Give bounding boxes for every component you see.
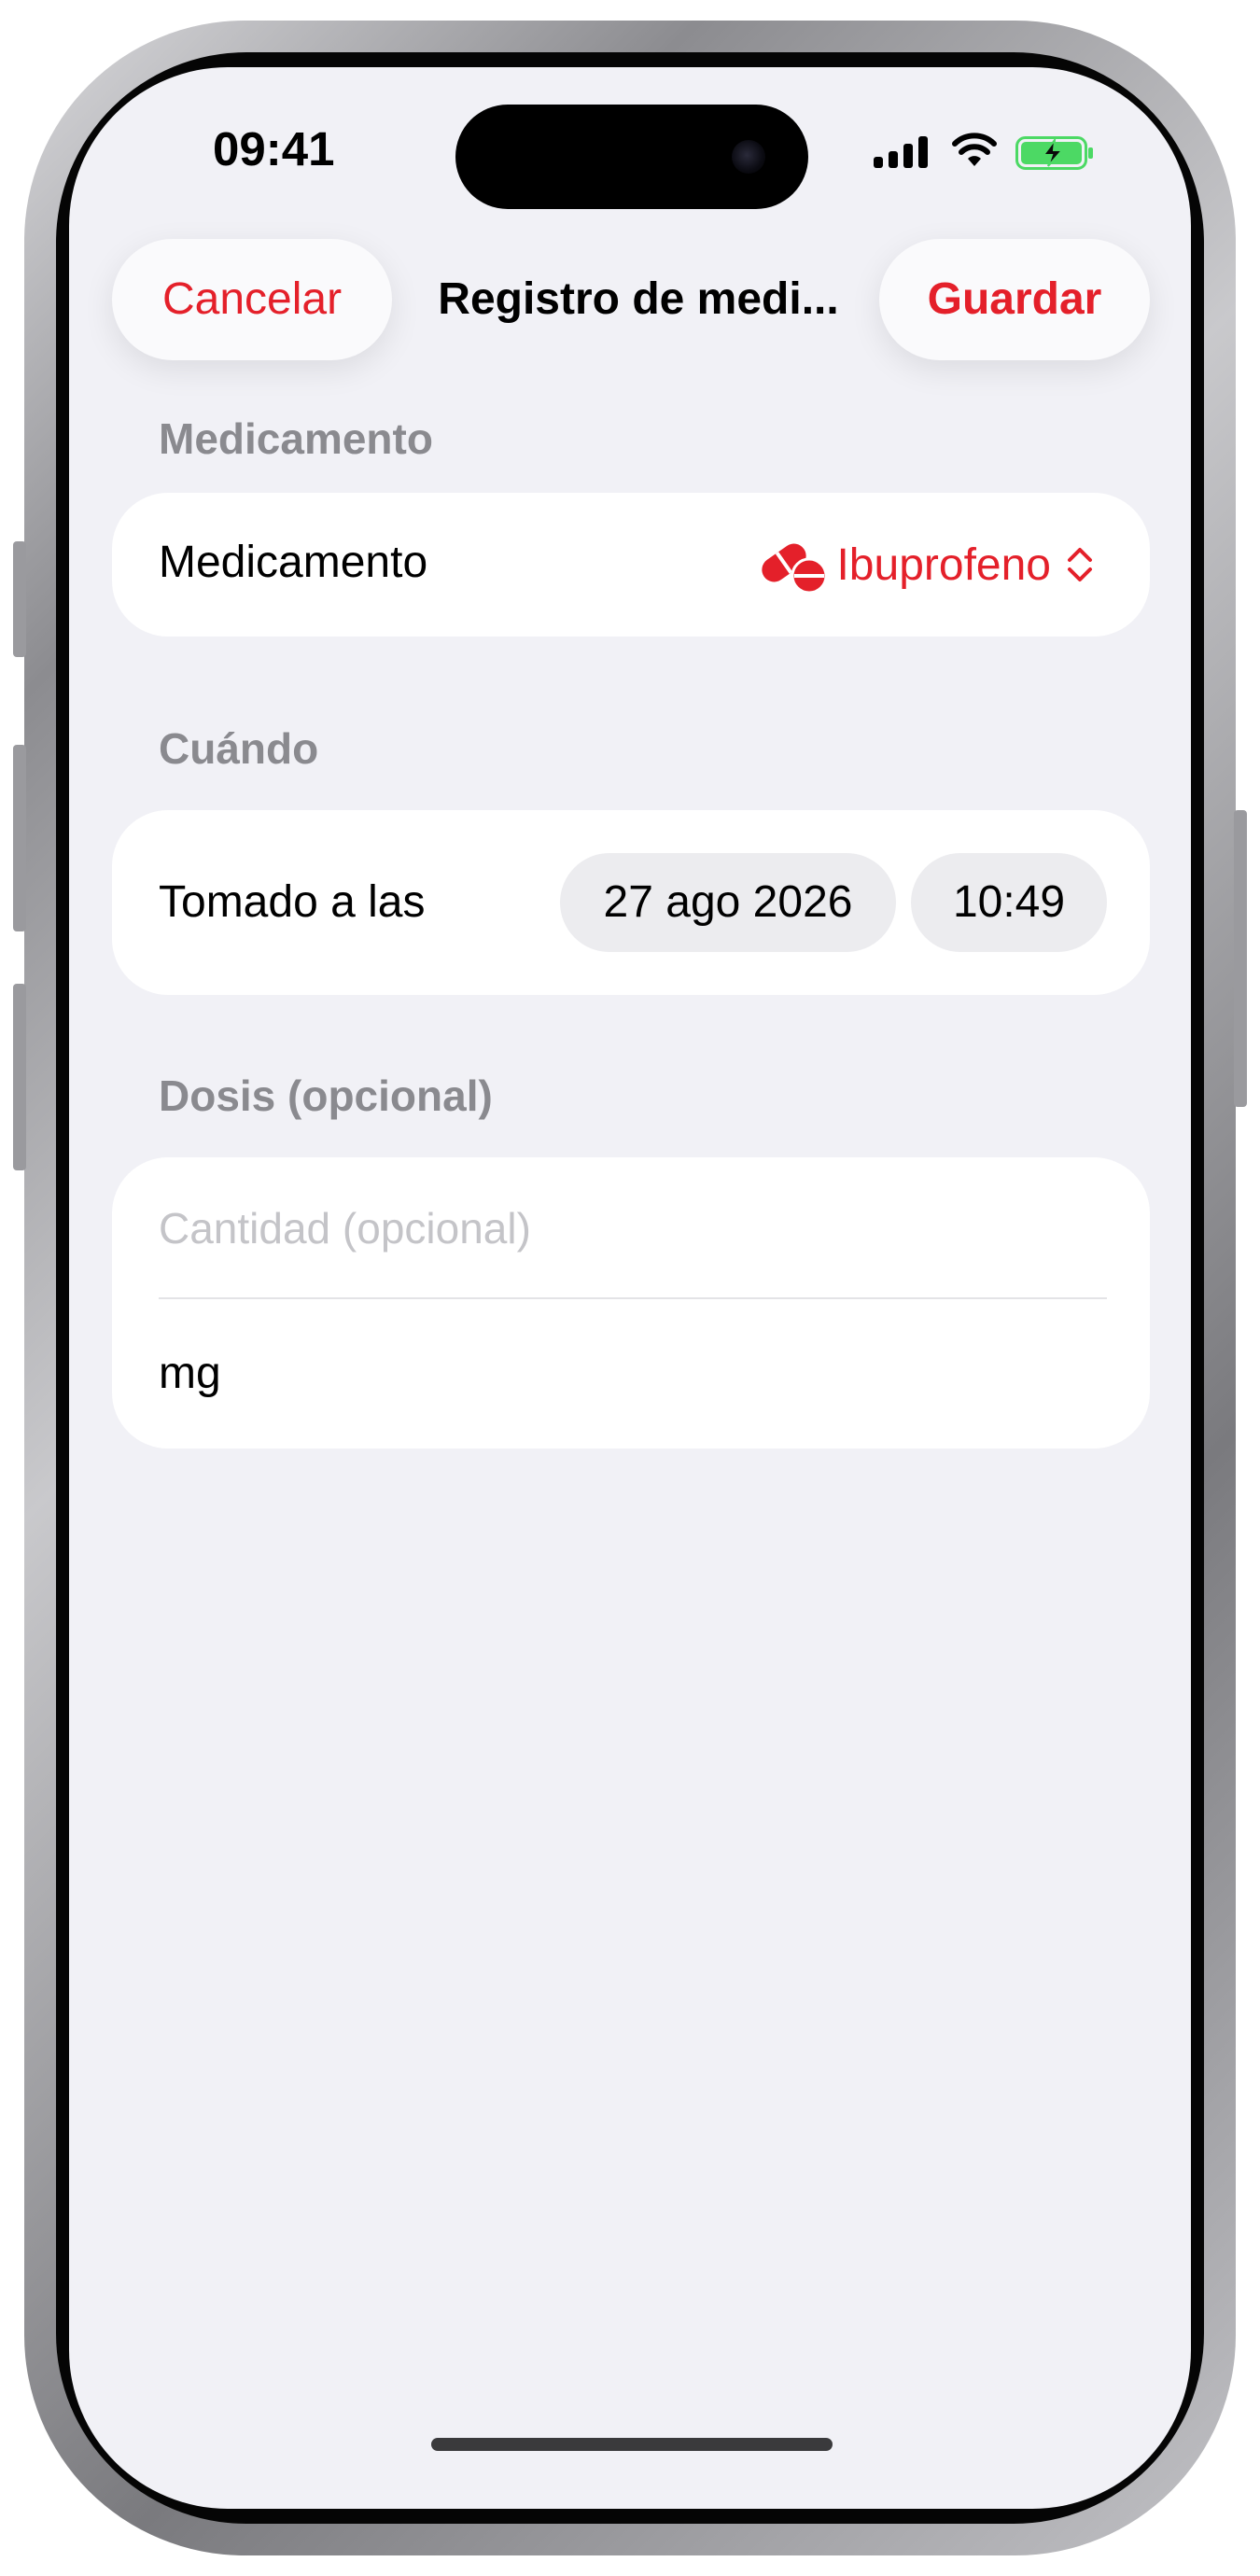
pills-icon bbox=[762, 543, 828, 595]
wifi-icon bbox=[952, 133, 997, 166]
battery-charging-icon bbox=[1015, 136, 1093, 170]
medication-value: Ibuprofeno bbox=[836, 539, 1051, 590]
time-picker[interactable]: 10:49 bbox=[911, 853, 1107, 952]
when-card: Tomado a las 27 ago 2026 10:49 bbox=[112, 810, 1150, 995]
screen: 09:41 Cancelar Registro de medi... Guard… bbox=[69, 67, 1191, 2509]
action-button bbox=[13, 541, 26, 657]
status-time: 09:41 bbox=[213, 122, 335, 175]
chevron-up-down-icon bbox=[1068, 548, 1092, 581]
section-header-medication: Medicamento bbox=[159, 414, 433, 463]
amount-input[interactable] bbox=[159, 1191, 1092, 1266]
save-button[interactable]: Guardar bbox=[879, 239, 1150, 360]
cancel-button[interactable]: Cancelar bbox=[112, 239, 392, 360]
medication-row-label: Medicamento bbox=[159, 538, 428, 587]
medication-card: Medicamento Ibuprofeno bbox=[112, 493, 1150, 637]
volume-down-button bbox=[13, 984, 26, 1170]
cellular-signal-icon bbox=[874, 136, 930, 168]
page-title: Registro de medi... bbox=[438, 274, 839, 324]
taken-at-label: Tomado a las bbox=[159, 877, 426, 927]
section-header-when: Cuándo bbox=[159, 724, 319, 773]
volume-up-button bbox=[13, 745, 26, 931]
unit-field[interactable]: mg bbox=[159, 1348, 221, 1399]
section-header-dose: Dosis (opcional) bbox=[159, 1071, 493, 1120]
camera-icon bbox=[732, 140, 765, 174]
dynamic-island bbox=[455, 105, 808, 209]
dose-card: mg bbox=[112, 1157, 1150, 1449]
home-indicator[interactable] bbox=[431, 2438, 833, 2451]
divider bbox=[159, 1297, 1107, 1299]
status-icons bbox=[874, 131, 1107, 175]
medication-picker[interactable]: Ibuprofeno bbox=[756, 493, 1105, 637]
power-button bbox=[1234, 810, 1247, 1107]
date-picker[interactable]: 27 ago 2026 bbox=[560, 853, 896, 952]
